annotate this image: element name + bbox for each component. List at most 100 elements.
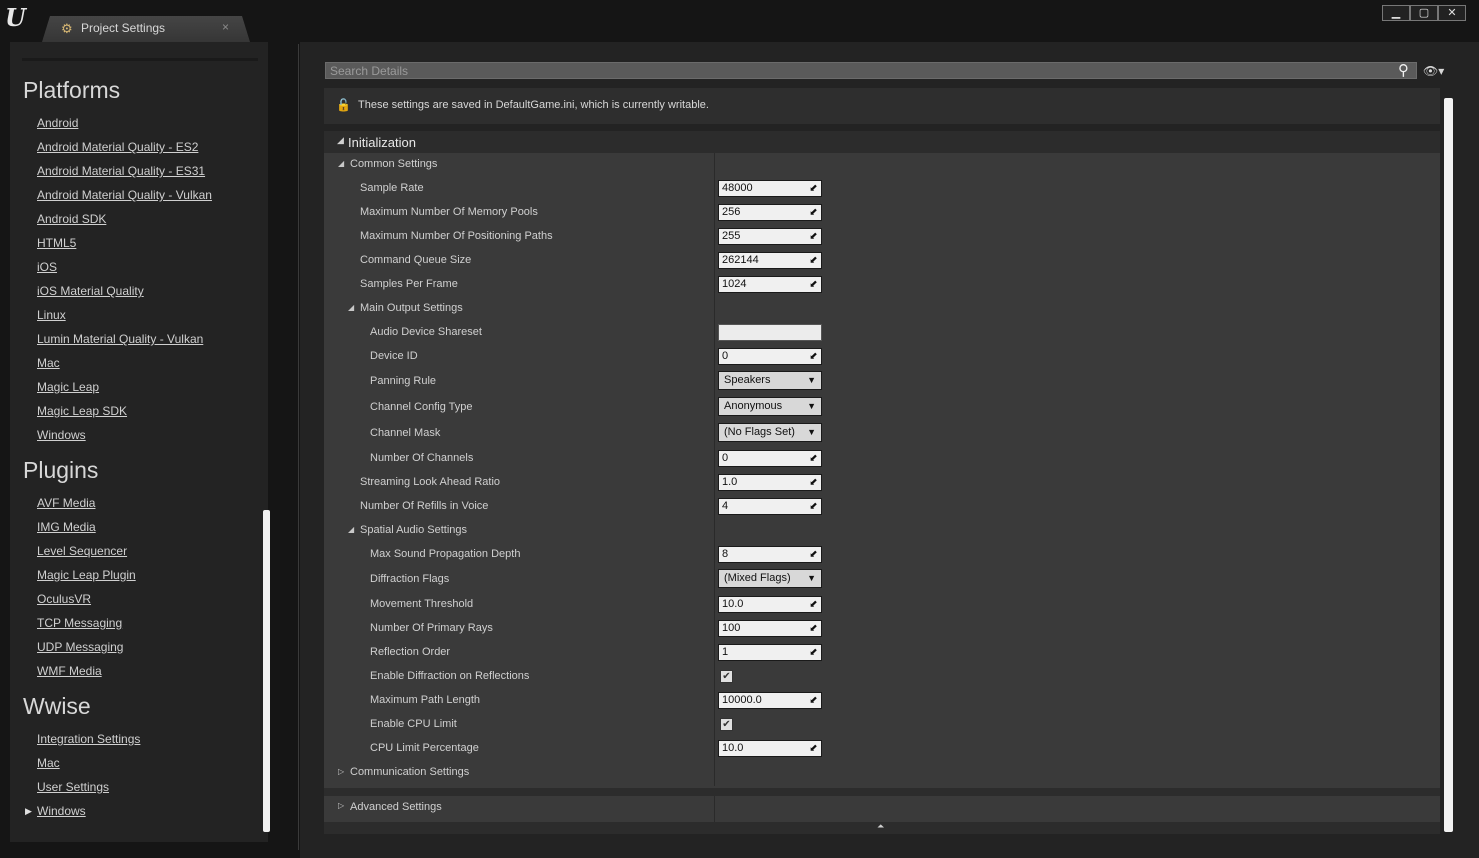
nav-link-wwise-windows[interactable]: Windows — [37, 804, 86, 818]
search-input[interactable] — [330, 63, 1390, 78]
selected-arrow-icon: ▶ — [25, 806, 32, 816]
cpu-limit-percentage-field[interactable]: 10.0 ⬋ — [718, 740, 822, 757]
nav-link-ios[interactable]: iOS — [37, 260, 57, 274]
label-max-positioning-paths: Maximum Number Of Positioning Paths — [360, 230, 553, 242]
max-sound-propagation-field[interactable]: 8 ⬋ — [718, 546, 822, 563]
details-scrollbar[interactable] — [1444, 98, 1453, 832]
close-button[interactable]: ✕ — [1438, 5, 1466, 21]
label-device-id: Device ID — [370, 350, 418, 362]
drag-handle-icon[interactable]: ⬋ — [808, 255, 819, 266]
max-memory-pools-field[interactable]: 256 ⬋ — [718, 204, 822, 221]
drag-handle-icon[interactable]: ⬋ — [808, 453, 819, 464]
nav-link-avf-media[interactable]: AVF Media — [37, 496, 95, 510]
drag-handle-icon[interactable]: ⬋ — [808, 501, 819, 512]
nav-link-mac[interactable]: Mac — [37, 356, 60, 370]
reflection-order-field[interactable]: 1 ⬋ — [718, 644, 822, 661]
nav-link-lumin-material-vulkan[interactable]: Lumin Material Quality - Vulkan — [37, 332, 203, 346]
command-queue-size-field[interactable]: 262144 ⬋ — [718, 252, 822, 269]
advanced-settings-row[interactable]: ▷ Advanced Settings — [324, 796, 1440, 822]
nav-link-android-material-es2[interactable]: Android Material Quality - ES2 — [37, 140, 198, 154]
drag-handle-icon[interactable]: ⬋ — [808, 695, 819, 706]
nav-link-windows[interactable]: Windows — [37, 428, 86, 442]
drag-handle-icon[interactable]: ⬋ — [808, 549, 819, 560]
audio-device-shareset-field[interactable] — [718, 324, 822, 341]
drag-handle-icon[interactable]: ⬋ — [808, 231, 819, 242]
divider — [22, 58, 258, 61]
max-path-length-field[interactable]: 10000.0 ⬋ — [718, 692, 822, 709]
minimize-button[interactable]: ▁ — [1382, 5, 1410, 21]
tab-close-icon[interactable]: × — [222, 20, 229, 34]
drag-handle-icon[interactable]: ⬋ — [808, 477, 819, 488]
field-value: 48000 — [722, 182, 753, 194]
collapsed-arrow-icon[interactable]: ▷ — [338, 801, 344, 810]
nav-link-ios-material-quality[interactable]: iOS Material Quality — [37, 284, 144, 298]
check-icon: ✔ — [722, 719, 731, 730]
view-options-icon[interactable]: 👁▾ — [1423, 63, 1451, 79]
category-header-initialization[interactable]: ◢ Initialization — [324, 131, 1440, 153]
chevron-down-icon: ▼ — [807, 573, 816, 583]
field-value: 0 — [722, 452, 729, 464]
panel-splitter[interactable] — [298, 44, 299, 850]
channel-mask-dropdown[interactable]: (No Flags Set) ▼ — [718, 423, 822, 442]
label-channel-config-type: Channel Config Type — [370, 401, 473, 413]
tab-project-settings[interactable]: ⚙ Project Settings × — [42, 16, 250, 42]
nav-link-html5[interactable]: HTML5 — [37, 236, 76, 250]
nav-link-level-sequencer[interactable]: Level Sequencer — [37, 544, 127, 558]
nav-link-android-sdk[interactable]: Android SDK — [37, 212, 106, 226]
nav-link-img-media[interactable]: IMG Media — [37, 520, 96, 534]
enable-cpu-limit-checkbox[interactable]: ✔ — [720, 718, 733, 731]
field-value: 1.0 — [722, 476, 738, 488]
expanded-arrow-icon[interactable]: ◢ — [348, 525, 354, 534]
nav-link-magic-leap[interactable]: Magic Leap — [37, 380, 99, 394]
number-of-channels-field[interactable]: 0 ⬋ — [718, 450, 822, 467]
enable-diffraction-reflections-checkbox[interactable]: ✔ — [720, 670, 733, 683]
nav-link-linux[interactable]: Linux — [37, 308, 66, 322]
expanded-arrow-icon[interactable]: ◢ — [338, 159, 344, 168]
nav-link-udp-messaging[interactable]: UDP Messaging — [37, 640, 123, 654]
drag-handle-icon[interactable]: ⬋ — [808, 279, 819, 290]
dropdown-value: (Mixed Flags) — [724, 572, 791, 584]
sample-rate-field[interactable]: 48000 ⬋ — [718, 180, 822, 197]
nav-link-android-material-vulkan[interactable]: Android Material Quality - Vulkan — [37, 188, 212, 202]
drag-handle-icon[interactable]: ⬋ — [808, 183, 819, 194]
drag-handle-icon[interactable]: ⬋ — [808, 207, 819, 218]
field-value: 262144 — [722, 254, 759, 266]
channel-config-type-dropdown[interactable]: Anonymous ▼ — [718, 397, 822, 416]
streaming-look-ahead-field[interactable]: 1.0 ⬋ — [718, 474, 822, 491]
nav-link-tcp-messaging[interactable]: TCP Messaging — [37, 616, 122, 630]
drag-handle-icon[interactable]: ⬋ — [808, 351, 819, 362]
movement-threshold-field[interactable]: 10.0 ⬋ — [718, 596, 822, 613]
maximize-button[interactable]: ▢ — [1410, 5, 1438, 21]
collapsed-arrow-icon[interactable]: ▷ — [338, 767, 344, 776]
samples-per-frame-field[interactable]: 1024 ⬋ — [718, 276, 822, 293]
diffraction-flags-dropdown[interactable]: (Mixed Flags) ▼ — [718, 569, 822, 588]
nav-link-oculusvr[interactable]: OculusVR — [37, 592, 91, 606]
nav-link-integration-settings[interactable]: Integration Settings — [37, 732, 140, 746]
primary-rays-field[interactable]: 100 ⬋ — [718, 620, 822, 637]
drag-handle-icon[interactable]: ⬋ — [808, 623, 819, 634]
nav-link-magic-leap-plugin[interactable]: Magic Leap Plugin — [37, 568, 136, 582]
drag-handle-icon[interactable]: ⬋ — [808, 647, 819, 658]
nav-link-magic-leap-sdk[interactable]: Magic Leap SDK — [37, 404, 127, 418]
drag-handle-icon[interactable]: ⬋ — [808, 599, 819, 610]
label-max-memory-pools: Maximum Number Of Memory Pools — [360, 206, 538, 218]
label-number-of-channels: Number Of Channels — [370, 452, 474, 464]
max-positioning-paths-field[interactable]: 255 ⬋ — [718, 228, 822, 245]
drag-handle-icon[interactable]: ⬋ — [808, 743, 819, 754]
collapse-up-icon: ⏶ — [877, 821, 885, 831]
nav-link-android[interactable]: Android — [37, 116, 78, 130]
panning-rule-dropdown[interactable]: Speakers ▼ — [718, 371, 822, 390]
sidebar-scrollbar[interactable] — [263, 510, 270, 832]
search-icon[interactable]: ⚲ — [1398, 62, 1415, 79]
column-splitter[interactable] — [714, 153, 715, 786]
nav-link-wwise-mac[interactable]: Mac — [37, 756, 60, 770]
device-id-field[interactable]: 0 ⬋ — [718, 348, 822, 365]
column-splitter — [714, 796, 715, 822]
collapse-bar[interactable]: ⏶ — [324, 821, 1440, 834]
tab-label: Project Settings — [81, 21, 166, 35]
nav-link-user-settings[interactable]: User Settings — [37, 780, 109, 794]
refills-in-voice-field[interactable]: 4 ⬋ — [718, 498, 822, 515]
expanded-arrow-icon[interactable]: ◢ — [348, 303, 354, 312]
nav-link-android-material-es31[interactable]: Android Material Quality - ES31 — [37, 164, 205, 178]
nav-link-wmf-media[interactable]: WMF Media — [37, 664, 102, 678]
